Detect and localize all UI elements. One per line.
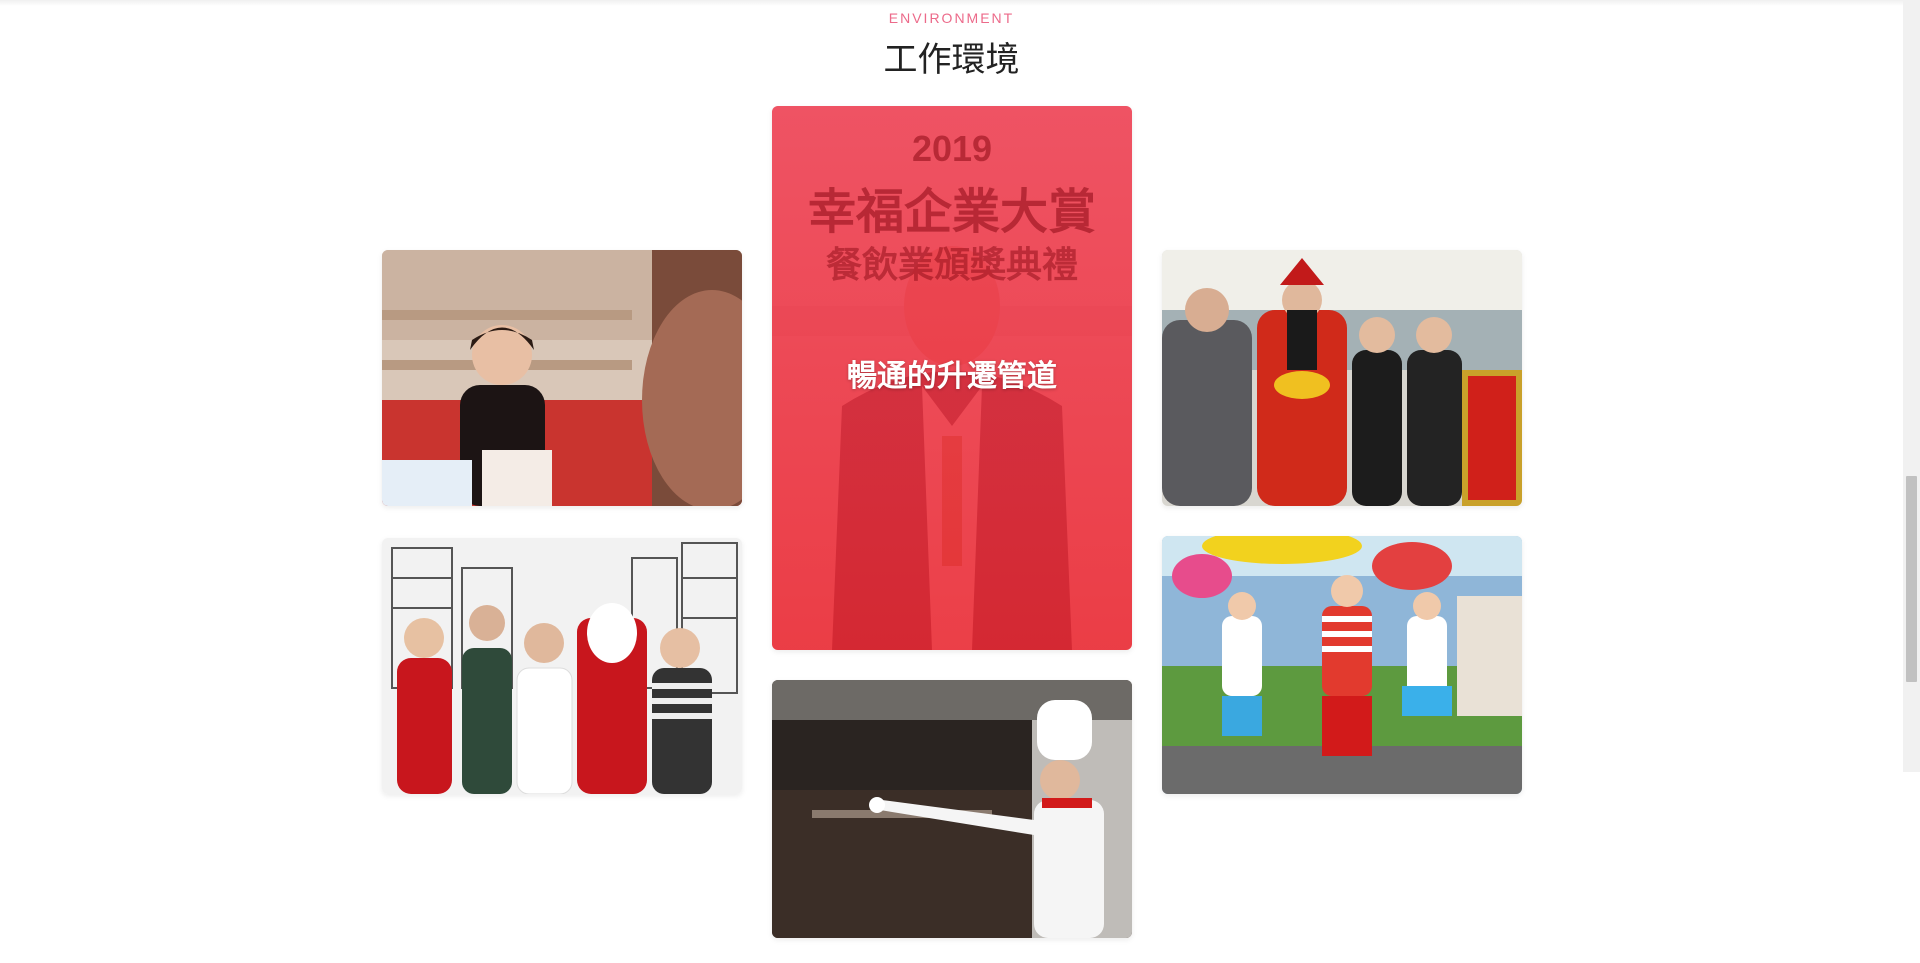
section-title: 工作環境 xyxy=(883,40,1020,80)
section-eyebrow: ENVIRONMENT xyxy=(888,10,1015,26)
gallery-photo-chef[interactable] xyxy=(772,680,1132,938)
photo-chef-image xyxy=(772,680,1132,938)
gallery-photo-stage[interactable] xyxy=(1162,536,1522,794)
gallery-photo-christmas[interactable] xyxy=(382,538,742,794)
photo-wealth-image xyxy=(1162,250,1522,506)
poster-year: 2019 xyxy=(911,128,993,169)
page: ENVIRONMENT 工作環境 2019 幸福企業大賞 餐飲業頒獎典禮 暢通的… xyxy=(0,0,1920,963)
gallery-photo-cashier[interactable] xyxy=(382,250,742,506)
featured-caption: 暢通的升遷管道 xyxy=(847,359,1057,394)
photo-cashier-image xyxy=(382,250,742,506)
poster-title: 幸福企業大賞 xyxy=(807,184,1096,240)
scrollbar-thumb[interactable] xyxy=(1906,476,1917,682)
header-shadow xyxy=(0,0,1903,6)
gallery-photo-god-of-wealth[interactable] xyxy=(1162,250,1522,506)
photo-christmas-image xyxy=(382,538,742,794)
photo-stage-image xyxy=(1162,536,1522,794)
poster-subtitle: 餐飲業頒獎典禮 xyxy=(825,245,1078,286)
gallery-featured-award[interactable]: 2019 幸福企業大賞 餐飲業頒獎典禮 暢通的升遷管道 xyxy=(772,106,1132,650)
scrollbar-gap xyxy=(1903,772,1920,963)
